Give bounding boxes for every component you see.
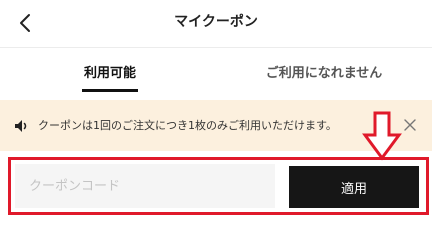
close-icon[interactable] [402,117,418,133]
header: マイクーポン [0,0,432,46]
tab-unavailable-label: ご利用になれません [265,66,383,81]
down-arrow-icon [362,111,402,161]
apply-button[interactable]: 適用 [289,166,419,208]
coupon-code-input[interactable] [15,164,275,208]
active-tab-indicator [82,89,138,92]
tab-available[interactable]: 利用可能 [62,62,158,92]
tab-available-label: 利用可能 [83,66,136,81]
notice-text: クーポンは1回のご注文につき1枚のみご利用いただけます。 [38,119,337,132]
speaker-icon [15,120,27,132]
header-divider [0,47,432,48]
back-button[interactable] [10,8,40,38]
chevron-left-icon [20,14,30,32]
my-coupon-page: マイクーポン 利用可能 ご利用になれません クーポンは1回のご注文につき1枚のみ… [0,0,432,242]
page-title: マイクーポン [174,14,258,30]
tab-unavailable[interactable]: ご利用になれません [232,62,416,92]
